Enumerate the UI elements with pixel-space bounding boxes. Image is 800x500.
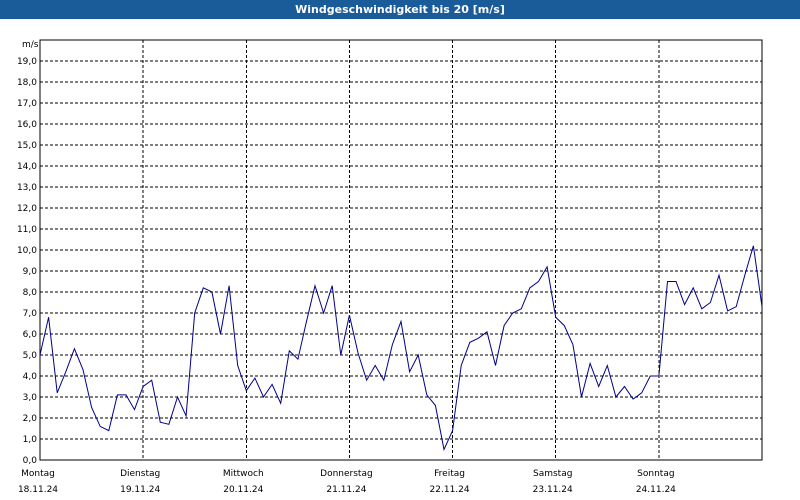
y-tick-label: 0,0: [23, 456, 38, 466]
x-axis-ticks: Montag 18.11.24 Dienstag 19.11.24 Mittwoch 20…: [18, 469, 676, 495]
y-tick-label: 18,0: [17, 78, 37, 88]
x-tick-day-label: Dienstag: [120, 469, 160, 479]
x-tick-date-label: 23.11.24: [533, 485, 573, 495]
y-tick-label: 15,0: [17, 141, 37, 151]
y-tick-label: 10,0: [17, 246, 37, 256]
wind-speed-chart: 0,0 1,0 2,0 3,0 4,0 5,0 6,0 7,0 8,0 9,0 10,0 11,0 12…: [17, 39, 763, 495]
x-tick-date-label: 24.11.24: [636, 485, 676, 495]
y-tick-label: 9,0: [23, 267, 38, 277]
y-tick-label: 11,0: [17, 225, 37, 235]
x-tick-day-label: Samstag: [533, 469, 572, 479]
y-tick-label: 17,0: [17, 99, 37, 109]
y-tick-label: 3,0: [23, 393, 38, 403]
y-tick-label: 13,0: [17, 183, 37, 193]
x-tick-date-label: 18.11.24: [18, 485, 58, 495]
x-tick-date-label: 20.11.24: [223, 485, 263, 495]
y-tick-label: 19,0: [17, 57, 37, 67]
y-tick-label: 8,0: [23, 288, 38, 298]
y-tick-label: 12,0: [17, 204, 37, 214]
x-tick-date-label: 22.11.24: [430, 485, 470, 495]
y-tick-label: 7,0: [23, 309, 38, 319]
x-tick-day-label: Sonntag: [637, 469, 674, 479]
y-tick-label: 6,0: [23, 330, 38, 340]
y-tick-label: 4,0: [23, 372, 38, 382]
y-tick-label: 1,0: [23, 435, 38, 445]
x-tick-day-label: Donnerstag: [320, 469, 373, 479]
y-axis-ticks: 0,0 1,0 2,0 3,0 4,0 5,0 6,0 7,0 8,0 9,0 10,0 11,0 12…: [17, 57, 37, 466]
y-tick-label: 5,0: [23, 351, 38, 361]
x-tick-date-label: 21.11.24: [326, 485, 366, 495]
x-tick-day-label: Montag: [21, 469, 55, 479]
y-tick-label: 16,0: [17, 120, 37, 130]
y-tick-label: 14,0: [17, 162, 37, 172]
y-tick-label: 2,0: [23, 414, 38, 424]
x-tick-day-label: Freitag: [434, 469, 465, 479]
x-tick-date-label: 19.11.24: [120, 485, 160, 495]
x-tick-day-label: Mittwoch: [223, 469, 264, 479]
